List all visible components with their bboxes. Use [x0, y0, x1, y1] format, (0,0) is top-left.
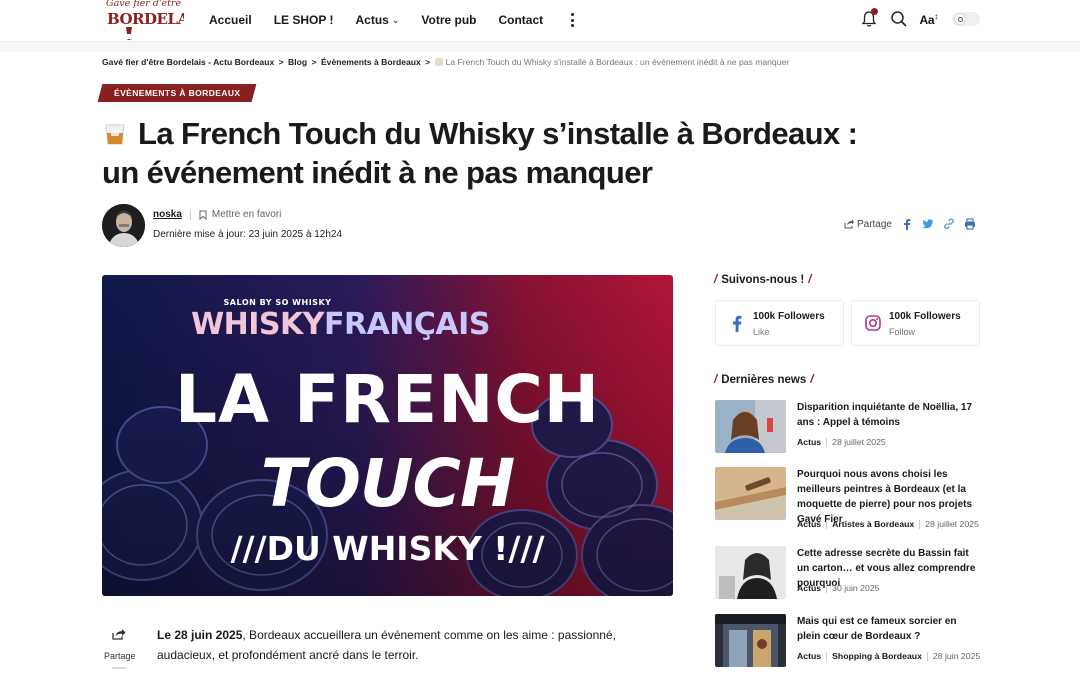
bookmark-button[interactable]: Mettre en favori	[199, 209, 281, 220]
hero-small-text: SALON BY SO WHISKY	[223, 298, 332, 307]
main-nav: Accueil LE SHOP ! Actus ⌄ Votre pub Conta…	[209, 12, 579, 28]
news-thumbnail[interactable]	[715, 614, 786, 667]
author-avatar[interactable]	[102, 204, 145, 247]
hero-brand: WHISKYFRANÇAIS	[191, 307, 490, 342]
site-logo[interactable]: Gavé fier d'être BORDELAIS	[104, 0, 206, 42]
featured-image[interactable]: SALON BY SO WHISKY WHISKYFRANÇAIS LA FRE…	[102, 275, 673, 596]
news-item[interactable]: Cette adresse secrète du Bassin fait un …	[715, 546, 980, 599]
hero-line-3: ///DU WHISKY !///	[230, 529, 545, 568]
whisky-glass-icon	[102, 117, 128, 145]
svg-text:Gavé fier d'être: Gavé fier d'être	[106, 0, 181, 9]
search-icon[interactable]	[890, 10, 908, 28]
category-badge[interactable]: ÉVÈNEMENTS À BORDEAUX	[97, 84, 257, 102]
share-sidebar[interactable]: Partage	[104, 628, 136, 669]
breadcrumb: Gavé fier d'être Bordelais - Actu Bordea…	[102, 57, 790, 67]
bell-icon[interactable]	[860, 8, 878, 28]
breadcrumb-current: La French Touch du Whisky s'installe à B…	[445, 57, 790, 67]
news-title[interactable]: Mais qui est ce fameux sorcier en plein …	[797, 614, 979, 644]
facebook-follow-card[interactable]: 100k Followers Like	[715, 300, 844, 346]
news-meta: Actus 30 juin 2025	[797, 583, 880, 593]
bookmark-icon	[199, 210, 207, 220]
breadcrumb-blog[interactable]: Blog	[288, 57, 307, 67]
nav-accueil[interactable]: Accueil	[209, 13, 252, 27]
print-icon[interactable]	[964, 218, 976, 230]
share-side-label: Partage	[104, 651, 136, 661]
header-subbar	[0, 42, 1080, 52]
share-label: Partage	[856, 218, 892, 230]
notification-dot	[870, 8, 878, 15]
author-line: noska Mettre en favori	[153, 209, 281, 220]
news-item[interactable]: Disparition inquiétante de Noëllia, 17 a…	[715, 400, 980, 453]
news-meta: Actus 28 juillet 2025	[797, 437, 886, 447]
font-size-button[interactable]: Aa↕	[920, 12, 939, 27]
whisky-glass-icon	[434, 58, 443, 66]
dark-mode-toggle[interactable]	[952, 12, 980, 26]
site-header: Gavé fier d'être BORDELAIS Accueil LE SH…	[0, 0, 1080, 42]
instagram-icon	[864, 314, 882, 332]
news-title[interactable]: Disparition inquiétante de Noëllia, 17 a…	[797, 400, 979, 430]
news-meta: Actus Shopping à Bordeaux 28 juin 2025	[797, 651, 981, 661]
nav-votre-pub[interactable]: Votre pub	[421, 13, 476, 27]
breadcrumb-home[interactable]: Gavé fier d'être Bordelais - Actu Bordea…	[102, 57, 274, 67]
news-thumbnail[interactable]	[715, 467, 786, 520]
facebook-icon	[728, 314, 746, 332]
nav-shop[interactable]: LE SHOP !	[274, 13, 334, 27]
facebook-icon[interactable]	[901, 218, 913, 230]
nav-actus[interactable]: Actus ⌄	[355, 13, 399, 27]
author-name[interactable]: noska	[153, 209, 182, 220]
article-intro: Le 28 juin 2025, Bordeaux accueillera un…	[157, 628, 616, 662]
news-meta: Actus Artistes à Bordeaux 28 juillet 2025	[797, 519, 979, 529]
news-thumbnail[interactable]	[715, 400, 786, 453]
share-icon	[112, 629, 126, 640]
news-title[interactable]: Pourquoi nous avons choisi les meilleurs…	[797, 467, 979, 527]
header-actions: Aa↕	[860, 8, 980, 28]
news-item[interactable]: Mais qui est ce fameux sorcier en plein …	[715, 614, 980, 667]
instagram-follow-card[interactable]: 100k Followers Follow	[851, 300, 980, 346]
link-icon[interactable]	[943, 218, 955, 230]
svg-text:BORDELAIS: BORDELAIS	[107, 10, 184, 28]
news-thumbnail[interactable]	[715, 546, 786, 599]
more-menu-icon[interactable]	[565, 12, 579, 28]
follow-heading: / Suivons-nous ! /	[714, 274, 812, 286]
article-title: La French Touch du Whisky s’installe à B…	[102, 116, 858, 190]
sun-icon	[954, 13, 966, 25]
twitter-icon[interactable]	[922, 218, 934, 230]
latest-news-heading: / Dernières news /	[714, 374, 814, 386]
share-bar-top: Partage	[844, 218, 976, 230]
share-icon	[844, 219, 854, 229]
news-item[interactable]: Pourquoi nous avons choisi les meilleurs…	[715, 467, 980, 529]
last-updated: Dernière mise à jour: 23 juin 2025 à 12h…	[153, 229, 343, 240]
hero-line-2: TOUCH	[260, 445, 515, 522]
breadcrumb-category[interactable]: Évènements à Bordeaux	[321, 57, 421, 67]
nav-contact[interactable]: Contact	[498, 13, 543, 27]
hero-line-1: LA FRENCH	[174, 361, 600, 438]
chevron-down-icon: ⌄	[391, 14, 400, 25]
